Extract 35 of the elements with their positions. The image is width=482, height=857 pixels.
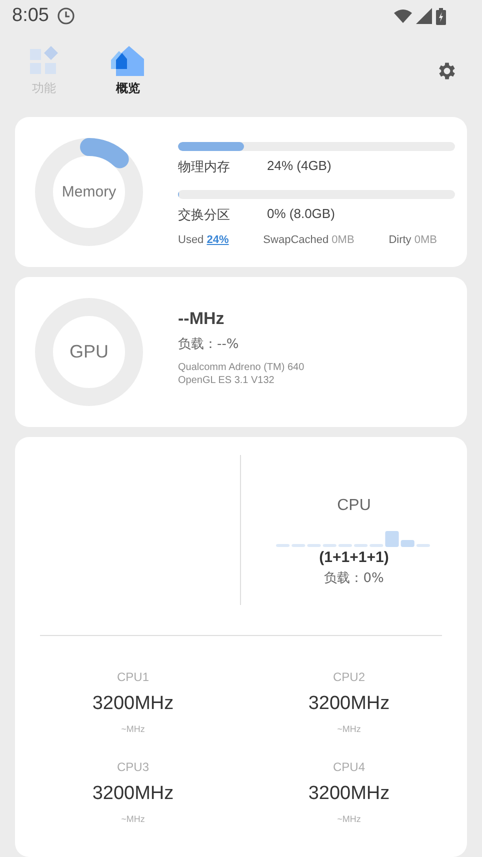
cpu-cluster: (1+1+1+1) bbox=[319, 549, 389, 566]
core-frequency: 3200MHz bbox=[92, 783, 174, 805]
wifi-icon bbox=[394, 9, 412, 23]
used-stat: Used 24% bbox=[178, 234, 229, 246]
clock-icon bbox=[56, 7, 75, 25]
gpu-load: 负载：--% bbox=[178, 336, 240, 353]
donut-label: GPU bbox=[68, 342, 110, 362]
core-range: ~MHz bbox=[337, 724, 361, 734]
signal-icon bbox=[416, 8, 432, 24]
core-frequency: 3200MHz bbox=[308, 783, 390, 805]
gpu-renderer: Qualcomm Adreno (TM) 640 bbox=[178, 361, 304, 374]
clock-time: 8:05 bbox=[12, 5, 49, 27]
gpu-version: OpenGL ES 3.1 V132 bbox=[178, 374, 276, 387]
used-link[interactable]: 24% bbox=[206, 234, 229, 246]
battery-icon bbox=[436, 8, 446, 24]
core-name: CPU3 bbox=[116, 760, 149, 774]
dirty-stat: Dirty 0MB bbox=[388, 234, 437, 246]
core-frequency: 3200MHz bbox=[92, 693, 174, 715]
core-name: CPU4 bbox=[332, 760, 365, 774]
core-frequency: 3200MHz bbox=[308, 693, 390, 715]
core-range: ~MHz bbox=[121, 814, 145, 824]
cpu-load: 负载：0% bbox=[324, 570, 384, 587]
bar-value: 0% (8.0GB) bbox=[267, 206, 335, 223]
core-name: CPU2 bbox=[332, 670, 365, 684]
core-range: ~MHz bbox=[121, 724, 145, 734]
cpu-title: CPU bbox=[337, 497, 371, 515]
gpu-frequency: --MHz bbox=[178, 309, 226, 329]
donut-label: Memory bbox=[60, 184, 118, 200]
bar-value: 24% (4GB) bbox=[267, 158, 332, 175]
core-range: ~MHz bbox=[337, 814, 361, 824]
core-name: CPU1 bbox=[116, 670, 149, 684]
nav-tab[interactable]: 概览 bbox=[110, 46, 146, 97]
swap-cached-stat: SwapCached 0MB bbox=[263, 234, 354, 246]
bar-label: 交换分区 bbox=[178, 207, 231, 224]
bar-label: 物理内存 bbox=[178, 159, 231, 176]
